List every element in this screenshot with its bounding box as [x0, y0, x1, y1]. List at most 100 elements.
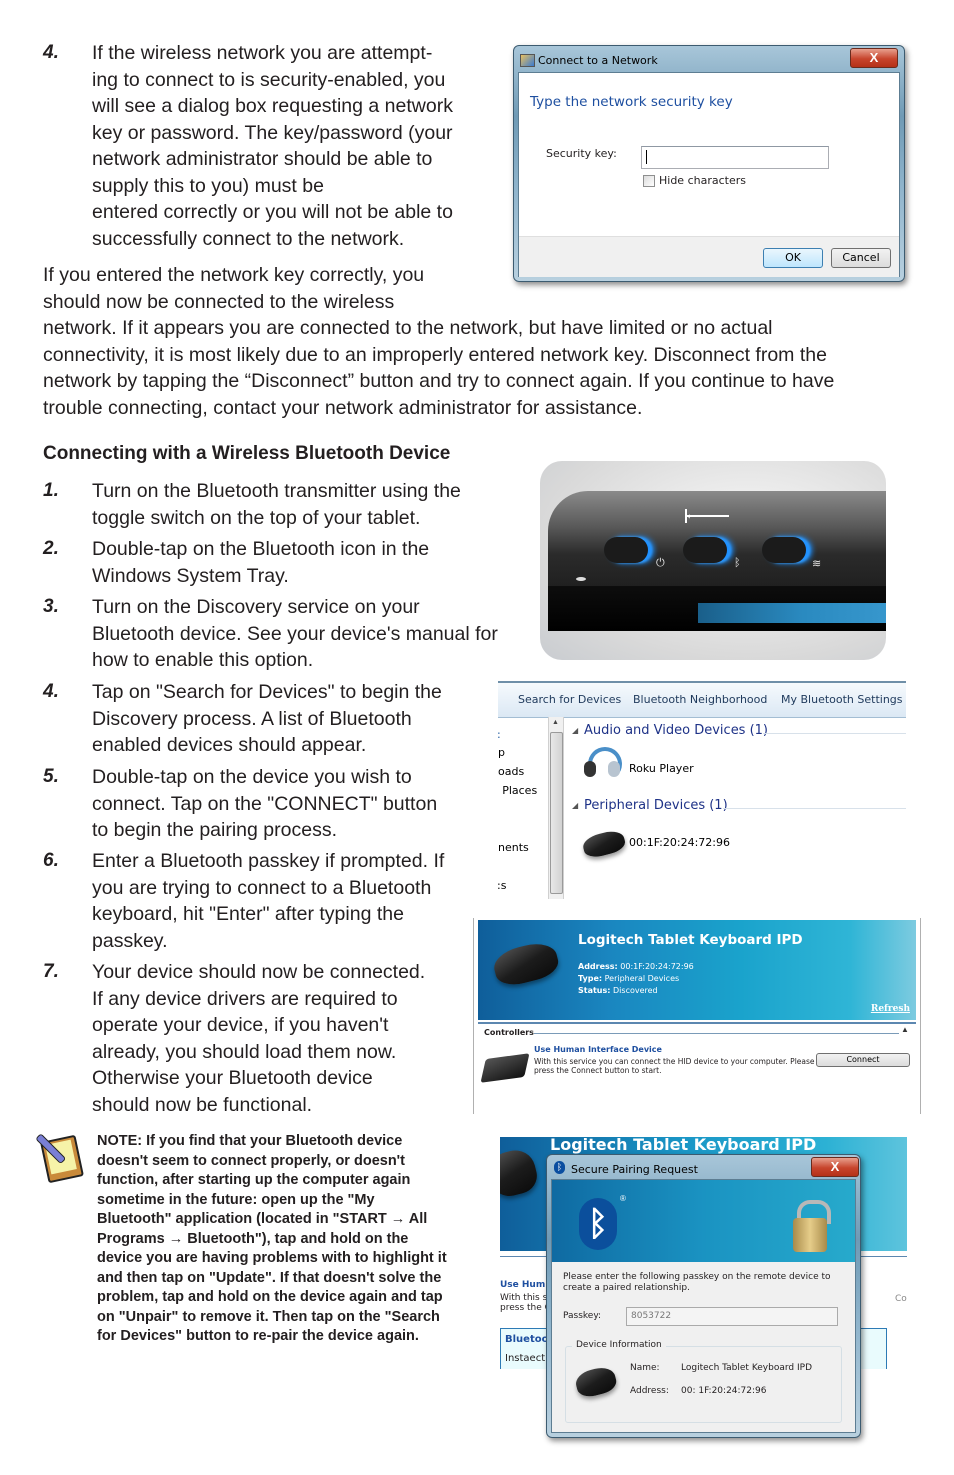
nav-item[interactable]: : [498, 728, 501, 741]
device-roku-player[interactable]: Roku Player [629, 762, 694, 775]
keyboard-icon [500, 1146, 541, 1200]
text-line: If the wireless network you are attempt- [92, 42, 433, 64]
headset-icon[interactable] [582, 745, 622, 785]
text-line: function, after starting up the computer… [97, 1172, 411, 1188]
keyboard-icon [490, 938, 562, 990]
bluetooth-neighborhood-button[interactable]: Bluetooth Neighborhood [633, 693, 767, 706]
dialog-title: Secure Pairing Request [571, 1163, 698, 1176]
note-line-start: If you find that your Bluetooth device [142, 1133, 403, 1149]
text-line: problem, tap and hold on the device agai… [97, 1289, 443, 1305]
text-line: With this service you can connect the HI… [534, 1057, 815, 1066]
text-line: successfully connect to the network. [92, 227, 405, 250]
collapse-icon[interactable]: ◢ [572, 801, 578, 810]
text-line: will see a dialog box requesting a netwo… [92, 95, 453, 117]
text-line: Discovery process. A list of Bluetooth [92, 707, 412, 730]
name-value: Logitech Tablet Keyboard IPD [681, 1363, 812, 1373]
text-line: trouble connecting, contact your network… [43, 396, 643, 419]
controllers-heading: Controllers [484, 1028, 534, 1037]
step-text: Enter a Bluetooth passkey if prompted. I… [92, 848, 444, 954]
step-text: Double-tap on the Bluetooth icon in the … [92, 536, 429, 589]
text-line: Turn on the Bluetooth transmitter using … [92, 480, 461, 502]
text-line: keyboard, hit "Enter" after typing the [92, 903, 404, 925]
device-information-group: Device Information Name: Logitech Tablet… [565, 1340, 842, 1423]
dialog-body: ᛒ ® Please enter the following passkey o… [551, 1179, 856, 1433]
group-heading-peripheral[interactable]: Peripheral Devices (1) [584, 798, 728, 813]
nav-item[interactable]: p [498, 746, 505, 759]
text-line: Bluetooth" application (located in "STAR… [97, 1211, 428, 1227]
close-button[interactable]: X [850, 48, 898, 68]
text-line: Your device should now be connected. [92, 961, 426, 983]
bluetooth-explorer: Search for Devices Bluetooth Neighborhoo… [498, 681, 906, 899]
text-line: Double-tap on the device you wish to [92, 766, 412, 788]
bluetooth-toolbar: Search for Devices Bluetooth Neighborhoo… [498, 681, 906, 718]
text-line: Otherwise your Bluetooth device [92, 1067, 373, 1089]
arrow-left-icon: ← [684, 506, 700, 523]
padlock-icon [793, 1218, 827, 1252]
address-label: Address: [578, 962, 618, 971]
text-line: network administrator should be able to [92, 148, 433, 170]
partial-text: Bluetoo [505, 1334, 549, 1345]
text-line: operate your device, if you haven't [92, 1014, 389, 1036]
cancel-button[interactable]: Cancel [831, 248, 891, 268]
device-keyboard-address[interactable]: 00:1F:20:24:72:96 [629, 836, 730, 849]
tablet-screen [698, 603, 886, 623]
step-number: 1. [43, 480, 59, 501]
text-line: for Devices" button to re-pair the devic… [97, 1328, 419, 1344]
scrollbar-thumb[interactable] [550, 732, 563, 894]
nav-item[interactable]: nents [498, 841, 529, 854]
search-for-devices-button[interactable]: Search for Devices [518, 693, 621, 706]
secure-pairing-dialog: ᛒ Secure Pairing Request X ᛒ ® Please en… [546, 1154, 861, 1438]
text-line: entered correctly or you will not be abl… [92, 201, 453, 223]
nav-scrollbar[interactable]: ▲ [548, 717, 564, 899]
bluetooth-toggle [683, 537, 727, 563]
passkey-field[interactable]: 8053722 [626, 1307, 838, 1326]
section-divider [534, 1033, 899, 1034]
text-line: Double-tap on the Bluetooth icon in the [92, 538, 430, 560]
connection-paragraph: If you entered the network key correctly… [43, 262, 923, 421]
note-clipboard-icon [34, 1128, 86, 1184]
text-line: Enter a Bluetooth passkey if prompted. I… [92, 850, 445, 872]
bluetooth-small-icon: ᛒ [554, 1161, 565, 1174]
close-button[interactable]: X [811, 1157, 859, 1177]
dialog-body: Type the network security key Security k… [518, 72, 900, 277]
group-heading-audio-video[interactable]: Audio and Video Devices (1) [584, 723, 768, 738]
group-label: Device Information [572, 1340, 666, 1350]
text-line: press the Connect button to start. [534, 1066, 662, 1075]
keyboard-icon[interactable] [580, 828, 628, 860]
address-label: Address: [630, 1386, 669, 1396]
text-line: how to enable this option. [92, 649, 314, 671]
text-line: Windows System Tray. [92, 564, 289, 587]
background-title: Logitech Tablet Keyboard IPD [550, 1137, 817, 1154]
ok-button[interactable]: OK [763, 248, 823, 268]
wifi-toggle [762, 537, 806, 563]
step-text: Tap on "Search for Devices" to begin the… [92, 679, 442, 759]
scroll-up-icon[interactable]: ▲ [552, 719, 559, 726]
partial-text: With this s [500, 1293, 548, 1303]
passkey-value: 8053722 [631, 1311, 672, 1321]
security-key-label: Security key: [546, 147, 617, 160]
security-key-input[interactable] [641, 146, 829, 169]
device-status: Status: Discovered [578, 986, 658, 995]
checkbox-box[interactable] [643, 174, 655, 187]
wifi-icon: ≋ [812, 558, 822, 570]
text-line: If any device drivers are required to [92, 987, 398, 1010]
collapse-up-icon[interactable]: ▲ [901, 1025, 909, 1034]
step-number: 7. [43, 961, 59, 982]
navigation-pane: : p oads : Places nents :s [498, 716, 548, 899]
close-icon: X [869, 50, 879, 65]
text-line: you are trying to connect to a Bluetooth [92, 876, 432, 899]
text-line: key or password. The key/password (your [92, 121, 453, 144]
hide-characters-checkbox[interactable]: Hide characters [643, 174, 746, 187]
nav-item[interactable]: : Places [498, 784, 537, 797]
collapse-icon[interactable]: ◢ [572, 726, 578, 735]
service-title[interactable]: Use Human Interface Device [534, 1045, 662, 1054]
nav-item[interactable]: oads [498, 765, 524, 778]
nav-item[interactable]: :s [498, 879, 506, 892]
text-line: network. If it appears you are connected… [43, 317, 773, 339]
text-line: create a paired relationship. [563, 1283, 690, 1293]
text-line: to begin the pairing process. [92, 819, 337, 841]
tablet-led [576, 577, 586, 581]
connect-button[interactable]: Connect [816, 1053, 910, 1067]
refresh-link[interactable]: Refresh [871, 1004, 910, 1014]
my-bluetooth-settings-button[interactable]: My Bluetooth Settings [781, 693, 903, 706]
